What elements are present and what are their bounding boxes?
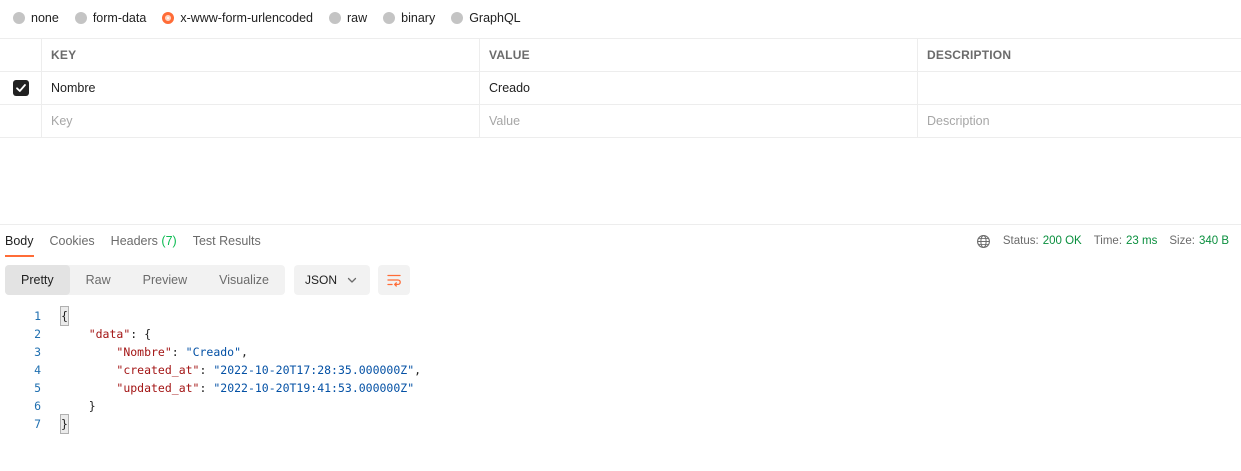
view-preview-button[interactable]: Preview — [127, 265, 203, 295]
tab-cookies[interactable]: Cookies — [50, 233, 95, 257]
tab-body[interactable]: Body — [5, 233, 34, 257]
line-number: 3 — [34, 345, 41, 359]
radio-none-icon[interactable] — [13, 12, 25, 24]
row-description-cell[interactable] — [918, 72, 1241, 104]
header-key: KEY — [42, 39, 480, 71]
json-string: "Creado" — [185, 345, 242, 359]
line-number: 7 — [34, 417, 41, 431]
table-header-row: KEY VALUE DESCRIPTION — [0, 38, 1241, 72]
row-value-cell[interactable]: Creado — [480, 72, 918, 104]
view-mode-group: Pretty Raw Preview Visualize — [5, 265, 285, 295]
table-new-row: Key Value Description — [0, 105, 1241, 138]
body-type-selector: none form-data x-www-form-urlencoded raw… — [13, 10, 537, 26]
header-value: VALUE — [480, 39, 918, 71]
json-key: "data" — [88, 327, 131, 341]
new-value-input[interactable]: Value — [480, 105, 918, 137]
new-key-input[interactable]: Key — [42, 105, 480, 137]
body-type-binary[interactable]: binary — [383, 11, 435, 25]
status-label: Status: — [1002, 235, 1039, 247]
code-line: 2 "data": { — [0, 325, 421, 343]
json-string: "2022-10-20T17:28:35.000000Z" — [213, 363, 415, 377]
code-line: 7} — [0, 414, 421, 434]
tab-test-results[interactable]: Test Results — [193, 233, 261, 257]
line-number: 5 — [34, 381, 41, 395]
radio-urlencoded-selected-icon[interactable] — [162, 12, 175, 24]
headers-count: (7) — [161, 234, 177, 248]
body-type-form-data[interactable]: form-data — [74, 11, 146, 25]
wrap-lines-icon — [387, 274, 401, 287]
close-brace: } — [60, 414, 69, 434]
body-type-none[interactable]: none — [13, 11, 59, 25]
wrap-lines-button[interactable] — [378, 265, 410, 295]
status-value[interactable]: 200 OK — [1043, 235, 1082, 247]
size-label: Size: — [1169, 235, 1195, 247]
row-checkbox-cell — [0, 72, 42, 104]
radio-raw-icon[interactable] — [329, 12, 341, 24]
code-line: 3 "Nombre": "Creado", — [0, 343, 421, 361]
json-key: "created_at" — [116, 363, 200, 377]
json-string: "2022-10-20T19:41:53.000000Z" — [213, 381, 415, 395]
check-icon — [15, 84, 26, 92]
tab-headers[interactable]: Headers (7) — [111, 233, 177, 257]
code-line: 1{ — [0, 306, 421, 326]
globe-icon[interactable] — [976, 234, 991, 249]
body-type-raw[interactable]: raw — [329, 11, 367, 25]
chevron-down-icon — [347, 275, 357, 285]
header-description: DESCRIPTION — [927, 48, 1012, 62]
header-checkbox-cell — [0, 39, 42, 71]
line-number: 1 — [34, 309, 41, 323]
code-line: 6 } — [0, 397, 421, 415]
response-divider — [0, 224, 1241, 225]
radio-graphql-icon[interactable] — [451, 12, 464, 24]
view-visualize-button[interactable]: Visualize — [203, 265, 285, 295]
response-status-bar: Status: 200 OK Time: 23 ms Size: 340 B — [976, 233, 1229, 249]
row-key-cell[interactable]: Nombre — [42, 72, 480, 104]
new-description-input[interactable]: Description — [918, 105, 1241, 137]
time-label: Time: — [1093, 235, 1123, 247]
code-line: 5 "updated_at": "2022-10-20T19:41:53.000… — [0, 379, 421, 397]
table-row: Nombre Creado — [0, 72, 1241, 105]
view-pretty-button[interactable]: Pretty — [5, 265, 70, 295]
line-number: 4 — [34, 363, 41, 377]
response-body-code[interactable]: 1{ 2 "data": { 3 "Nombre": "Creado", 4 "… — [0, 306, 421, 434]
row-enabled-checkbox[interactable] — [12, 80, 29, 96]
json-key: "Nombre" — [116, 345, 172, 359]
params-table: KEY VALUE DESCRIPTION Nombre Creado Key … — [0, 38, 1241, 138]
json-key: "updated_at" — [116, 381, 200, 395]
size-value[interactable]: 340 B — [1199, 235, 1229, 247]
close-inner-brace: } — [88, 399, 96, 413]
new-row-checkbox-cell — [0, 105, 42, 137]
line-number: 6 — [34, 399, 41, 413]
view-raw-button[interactable]: Raw — [70, 265, 127, 295]
code-line: 4 "created_at": "2022-10-20T17:28:35.000… — [0, 361, 421, 379]
body-type-urlencoded[interactable]: x-www-form-urlencoded — [162, 11, 313, 25]
line-number: 2 — [34, 327, 41, 341]
radio-binary-icon[interactable] — [383, 12, 396, 24]
radio-form-data-icon[interactable] — [74, 12, 87, 24]
time-value[interactable]: 23 ms — [1126, 235, 1157, 247]
format-select[interactable]: JSON — [294, 265, 370, 295]
open-brace: { — [60, 306, 69, 326]
response-tabs: Body Cookies Headers (7) Test Results — [5, 233, 277, 257]
body-type-graphql[interactable]: GraphQL — [451, 11, 521, 25]
